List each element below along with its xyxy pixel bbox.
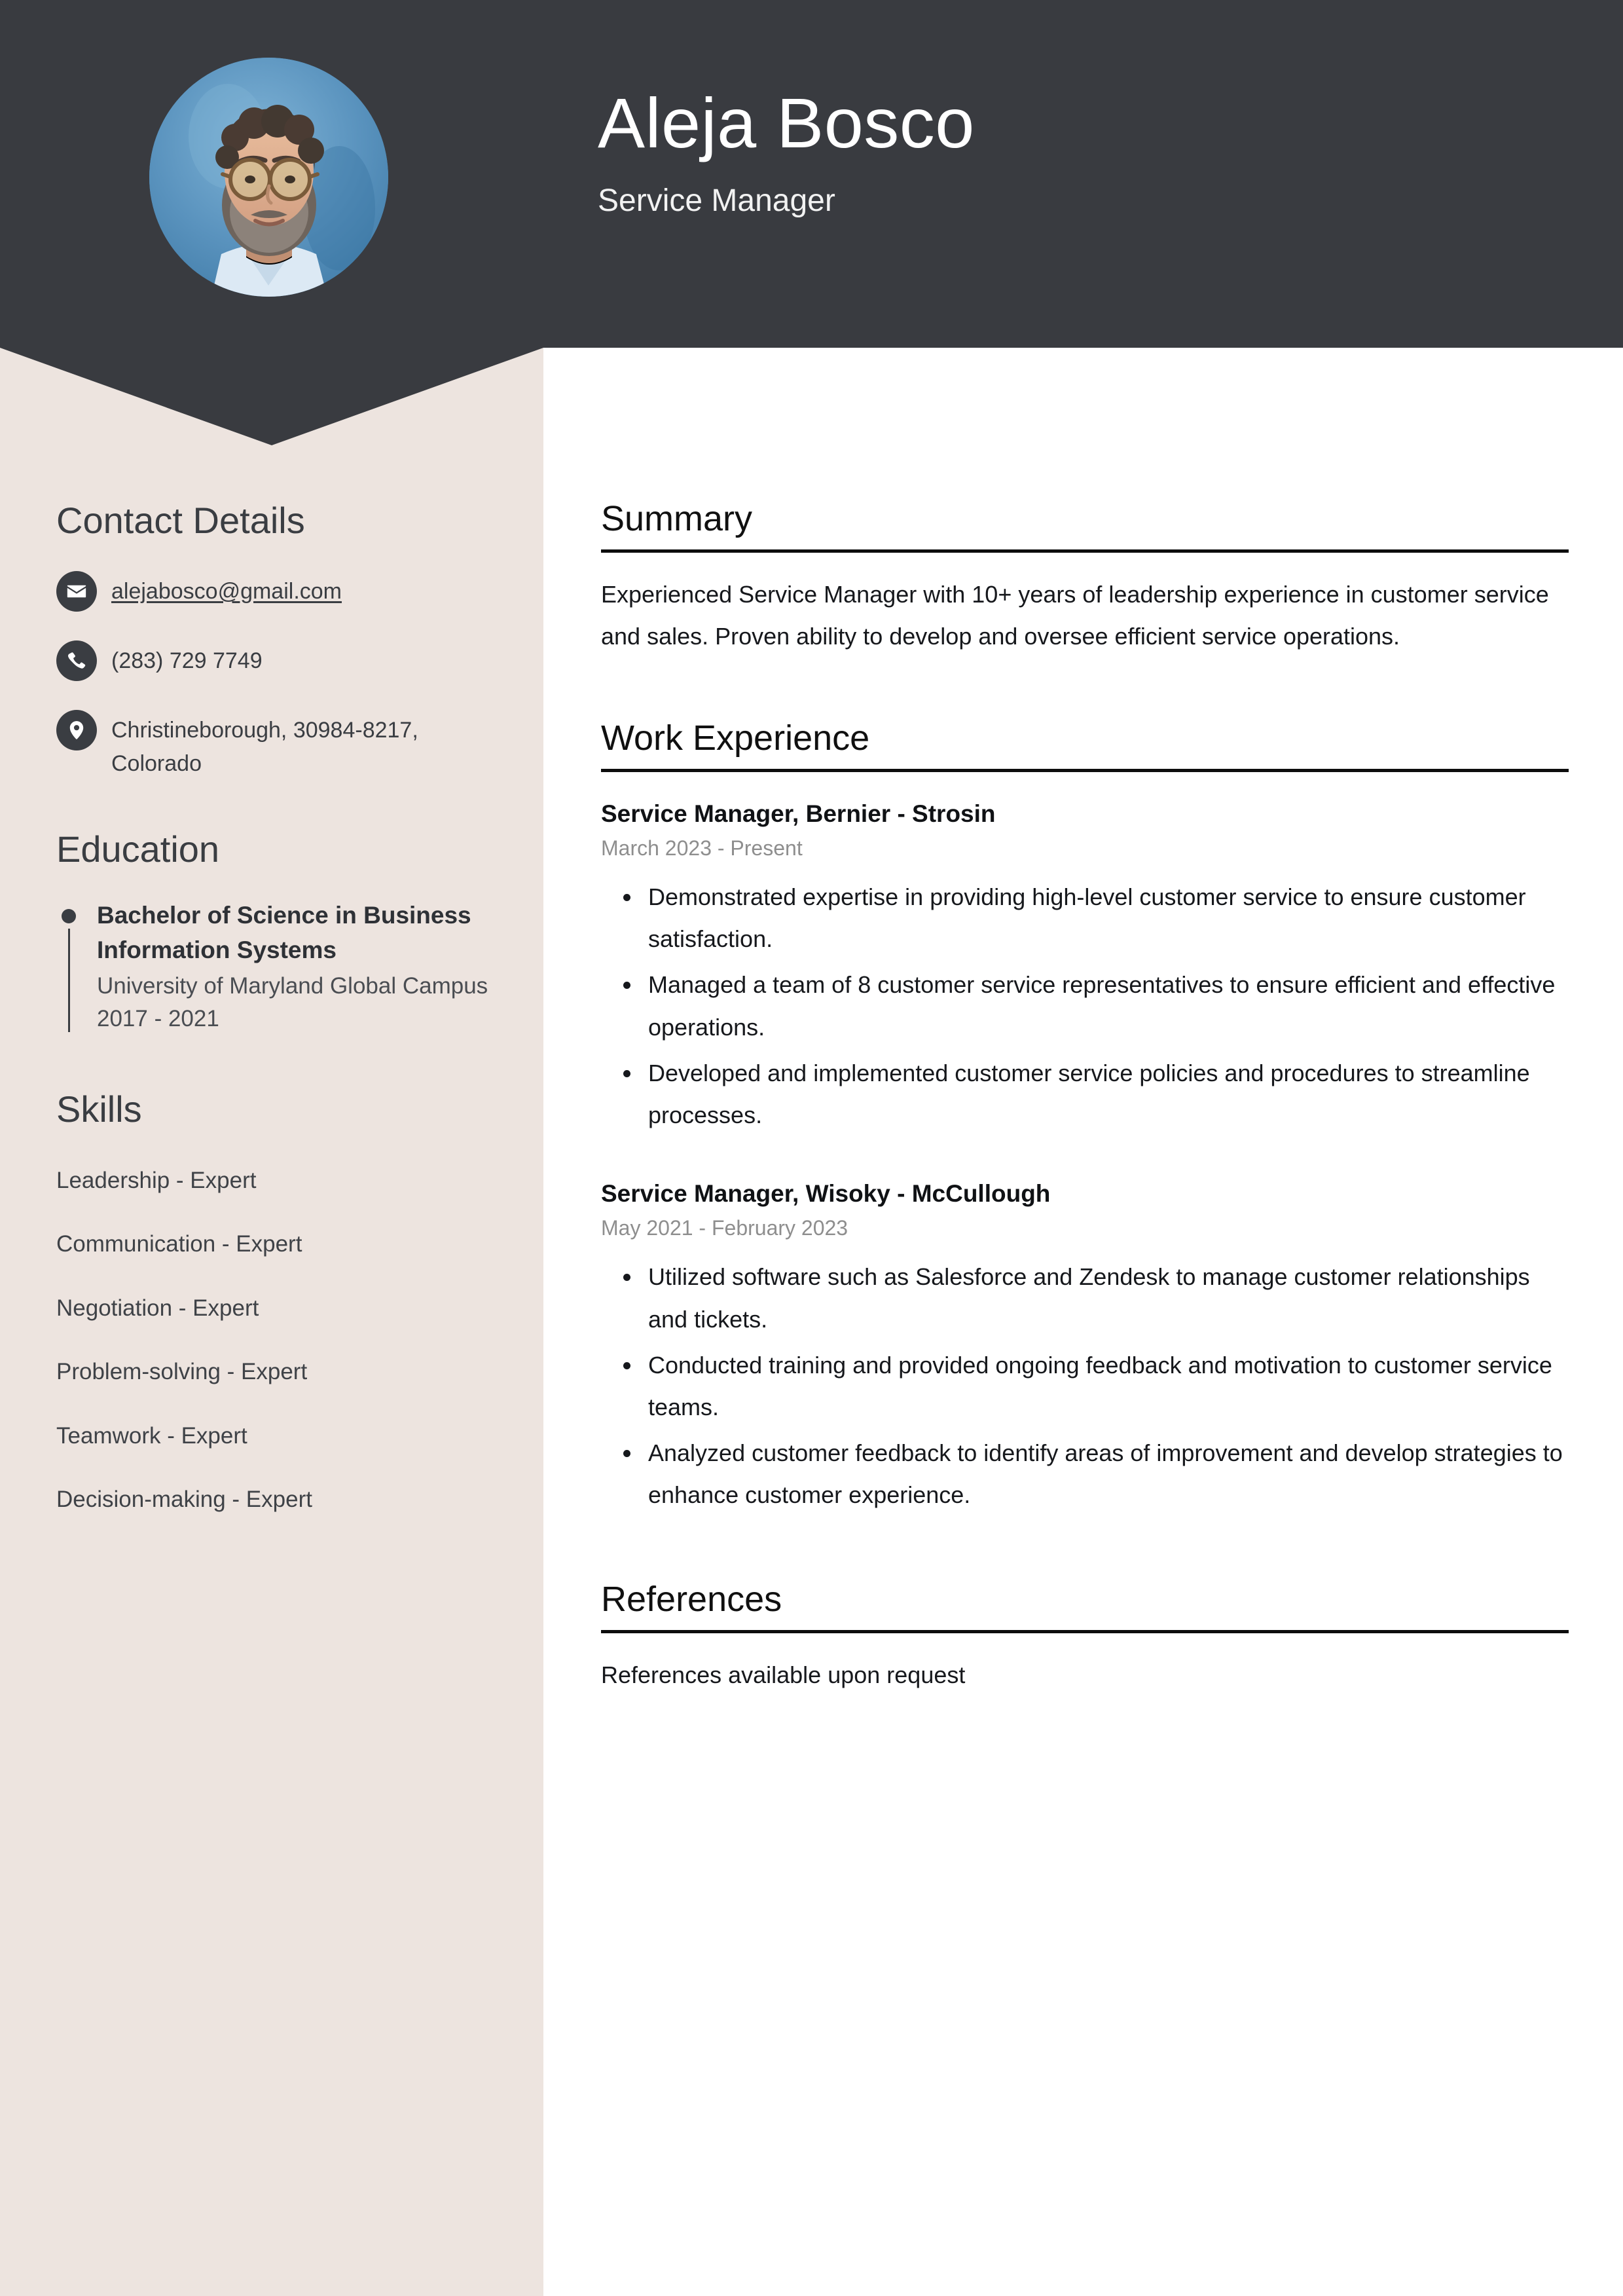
summary-text: Experienced Service Manager with 10+ yea… — [601, 580, 1549, 650]
contact-email-value[interactable]: alejabosco@gmail.com — [111, 571, 342, 608]
section-skills: Skills Leadership - Expert Communication… — [56, 1087, 491, 1514]
section-references: References References available upon req… — [601, 1579, 1569, 1696]
education-school: University of Maryland Global Campus — [97, 973, 488, 999]
resume-page: Aleja Bosco Service Manager Contact Deta… — [0, 0, 1623, 2296]
contact-item-phone[interactable]: (283) 729 7749 — [56, 640, 491, 682]
job-title-subtitle: Service Manager — [598, 183, 835, 218]
header-text: Aleja Bosco Service Manager — [598, 83, 975, 219]
contact-list: alejabosco@gmail.com (283) 729 7749 Chri… — [56, 571, 491, 780]
references-text: References available upon request — [601, 1661, 966, 1688]
page-title: Aleja Bosco — [598, 83, 975, 162]
work-experience-item: Service Manager, Wisoky - McCullough May… — [601, 1178, 1569, 1516]
contact-phone-value: (283) 729 7749 — [111, 648, 263, 674]
section-summary: Summary Experienced Service Manager with… — [601, 498, 1569, 657]
skill-item: Communication - Expert — [56, 1231, 302, 1257]
education-dates: 2017 - 2021 — [97, 1005, 219, 1031]
phone-icon — [56, 640, 97, 682]
job-bullet: Managed a team of 8 customer service rep… — [623, 964, 1569, 1048]
main-content: Summary Experienced Service Manager with… — [601, 348, 1569, 1696]
summary-heading: Summary — [601, 498, 1569, 553]
skill-item: Negotiation - Expert — [56, 1295, 259, 1321]
skill-item: Teamwork - Expert — [56, 1422, 247, 1449]
skill-item: Problem-solving - Expert — [56, 1359, 308, 1385]
map-pin-icon — [56, 710, 97, 751]
job-bullet: Demonstrated expertise in providing high… — [623, 876, 1569, 960]
avatar — [149, 58, 388, 297]
bullet-dot-icon — [62, 909, 76, 923]
job-title: Service Manager, Bernier - Strosin — [601, 800, 996, 827]
contact-item-email[interactable]: alejabosco@gmail.com — [56, 571, 491, 612]
sidebar: Contact Details alejabosco@gmail.com (28… — [0, 348, 543, 1515]
work-experience-item: Service Manager, Bernier - Strosin March… — [601, 798, 1569, 1136]
education-item: Bachelor of Science in Business Informat… — [56, 898, 491, 1035]
job-dates: May 2021 - February 2023 — [601, 1215, 848, 1240]
section-education: Education Bachelor of Science in Busines… — [56, 827, 491, 1035]
skill-item: Decision-making - Expert — [56, 1487, 312, 1513]
education-degree: Bachelor of Science in Business Informat… — [97, 902, 471, 963]
work-experience-heading: Work Experience — [601, 718, 1569, 772]
job-bullet: Utilized software such as Salesforce and… — [623, 1256, 1569, 1340]
section-contact-details: Contact Details alejabosco@gmail.com (28… — [56, 498, 491, 780]
envelope-icon — [56, 571, 97, 612]
contact-details-heading: Contact Details — [56, 500, 305, 541]
job-bullet: Conducted training and provided ongoing … — [623, 1344, 1569, 1428]
job-bullet-list: Utilized software such as Salesforce and… — [601, 1256, 1569, 1515]
job-bullet: Developed and implemented customer servi… — [623, 1052, 1569, 1136]
skills-heading: Skills — [56, 1088, 142, 1130]
job-bullet: Analyzed customer feedback to identify a… — [623, 1432, 1569, 1516]
contact-item-address: Christineborough, 30984-8217, Colorado — [56, 710, 491, 780]
references-heading: References — [601, 1579, 1569, 1633]
job-dates: March 2023 - Present — [601, 836, 803, 860]
timeline-line — [68, 929, 70, 1033]
skill-item: Leadership - Expert — [56, 1167, 257, 1193]
section-work-experience: Work Experience Service Manager, Bernier… — [601, 718, 1569, 1516]
education-heading: Education — [56, 828, 220, 870]
contact-address-value: Christineborough, 30984-8217, Colorado — [111, 718, 418, 776]
job-bullet-list: Demonstrated expertise in providing high… — [601, 876, 1569, 1136]
job-title: Service Manager, Wisoky - McCullough — [601, 1179, 1051, 1207]
